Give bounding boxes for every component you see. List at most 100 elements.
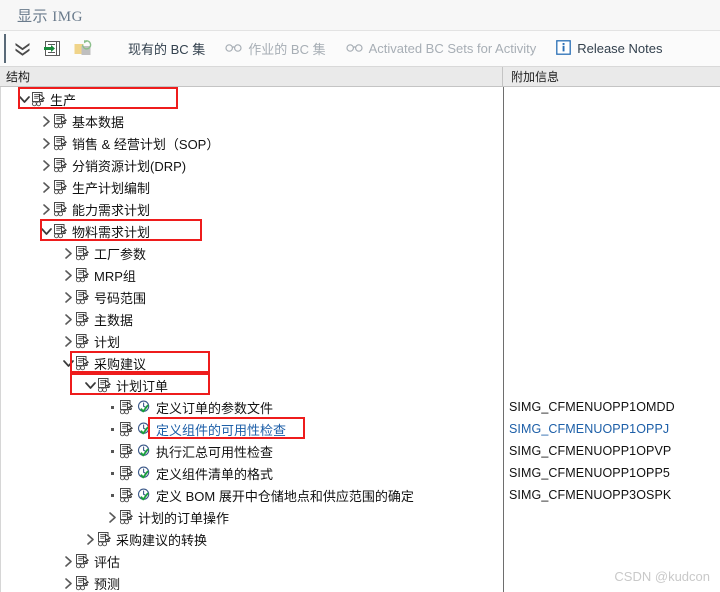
tree-row[interactable]: 工厂参数 [0, 242, 503, 264]
additional-info-value: SIMG_CFMENUOPP1OPVP [509, 444, 672, 458]
folder-up-icon[interactable] [68, 36, 96, 62]
img-node-icon [52, 132, 70, 154]
tree-row[interactable]: 销售 & 经营计划（SOP） [0, 132, 503, 154]
tree-row[interactable]: 计划的订单操作 [0, 506, 503, 528]
img-node-icon [118, 484, 136, 506]
column-header-additional-info[interactable]: 附加信息 [503, 67, 720, 86]
tree-leaf-bullet [106, 440, 118, 462]
chevron-right-icon[interactable] [62, 264, 74, 286]
tree-row[interactable]: 采购建议 [0, 352, 503, 374]
chevron-right-icon[interactable] [84, 528, 96, 550]
img-node-icon [52, 176, 70, 198]
tree-node-label: 采购建议 [94, 356, 147, 372]
tree-row[interactable]: 主数据 [0, 308, 503, 330]
tree-node-label: 主数据 [94, 312, 134, 328]
chevron-right-icon[interactable] [62, 572, 74, 592]
tree-row[interactable]: 基本数据 [0, 110, 503, 132]
column-header-structure[interactable]: 结构 [0, 67, 503, 86]
tree-row[interactable]: 执行汇总可用性检查 [0, 440, 503, 462]
tree-row[interactable]: 计划 [0, 330, 503, 352]
tree-node-label[interactable]: 定义订单的参数文件 [154, 398, 273, 417]
chevron-right-icon[interactable] [62, 242, 74, 264]
tree-row[interactable]: 评估 [0, 550, 503, 572]
img-activity-icon[interactable] [136, 440, 152, 462]
tree-leaf-bullet [106, 396, 118, 418]
tree-node-label: 计划订单 [116, 378, 169, 394]
chevron-right-icon[interactable] [40, 110, 52, 132]
img-node-icon [74, 550, 92, 572]
additional-info-value: SIMG_CFMENUOPP1OPPJ [509, 422, 670, 436]
expand-node-icon[interactable] [38, 36, 66, 62]
img-activity-icon[interactable] [136, 418, 152, 440]
tree-node-label[interactable]: 定义 BOM 展开中仓储地点和供应范围的确定 [154, 486, 414, 505]
img-activity-icon[interactable] [136, 484, 152, 506]
page-title: 显示 IMG [17, 8, 83, 25]
tree-row[interactable]: 物料需求计划 [0, 220, 503, 242]
tree-row[interactable]: 生产计划编制 [0, 176, 503, 198]
tree-node-label: 能力需求计划 [72, 202, 151, 218]
toolbar: 现有的 BC 集 作业的 BC 集 Activated BC Sets for … [0, 31, 720, 67]
tree-node-label[interactable]: 定义组件清单的格式 [154, 464, 273, 483]
content-area: 生产基本数据销售 & 经营计划（SOP） 分销资源计划(DRP) 生产计划编制能力需… [0, 87, 720, 592]
img-node-icon [74, 308, 92, 330]
tree-node-label: 评估 [94, 554, 121, 570]
chevron-down-icon[interactable] [62, 352, 74, 374]
tree-row[interactable]: 号码范围 [0, 286, 503, 308]
column-header-bar: 结构 附加信息 [0, 67, 720, 87]
img-node-icon [118, 396, 136, 418]
release-notes-button[interactable]: Release Notes [546, 36, 672, 62]
column-header-structure-label: 结构 [6, 70, 31, 84]
glasses-icon [345, 41, 363, 56]
tree-row[interactable]: 定义组件清单的格式 [0, 462, 503, 484]
tree-row[interactable]: 定义 BOM 展开中仓储地点和供应范围的确定 [0, 484, 503, 506]
tree-row[interactable]: 预测 [0, 572, 503, 592]
img-node-icon [118, 506, 136, 528]
img-node-icon [74, 242, 92, 264]
bc-sets-for-activity-button[interactable]: 作业的 BC 集 [215, 36, 335, 62]
tree-node-label: 销售 & 经营计划（SOP） [72, 136, 220, 152]
tree-node-label: 分销资源计划(DRP) [72, 158, 187, 174]
chevron-right-icon[interactable] [40, 154, 52, 176]
img-node-icon [96, 528, 114, 550]
chevron-right-icon[interactable] [40, 132, 52, 154]
tree-node-label: 物料需求计划 [72, 224, 151, 240]
tree-row[interactable]: 生产 [0, 88, 503, 110]
chevron-right-icon[interactable] [40, 198, 52, 220]
chevron-right-icon[interactable] [62, 550, 74, 572]
tree-node-label: 计划 [94, 334, 121, 350]
img-node-icon [74, 330, 92, 352]
chevron-right-icon[interactable] [62, 308, 74, 330]
chevron-down-icon[interactable] [40, 220, 52, 242]
tree-row[interactable]: 分销资源计划(DRP) [0, 154, 503, 176]
tree-row[interactable]: 采购建议的转换 [0, 528, 503, 550]
chevron-right-icon[interactable] [40, 176, 52, 198]
img-activity-icon[interactable] [136, 396, 152, 418]
img-node-icon [118, 462, 136, 484]
tree-row[interactable]: 能力需求计划 [0, 198, 503, 220]
collapse-all-icon[interactable] [8, 36, 36, 62]
activated-bc-sets-button[interactable]: Activated BC Sets for Activity [336, 36, 547, 62]
tree-leaf-bullet [106, 418, 118, 440]
tree-node-label: 计划的订单操作 [138, 510, 230, 526]
tree-node-label: 预测 [94, 576, 121, 592]
tree-row[interactable]: 计划订单 [0, 374, 503, 396]
chevron-down-icon[interactable] [84, 374, 96, 396]
tree-node-label[interactable]: 执行汇总可用性检查 [154, 442, 273, 461]
chevron-right-icon[interactable] [62, 330, 74, 352]
tree-row[interactable]: 定义组件的可用性检查 [0, 418, 503, 440]
tree-node-label: 号码范围 [94, 290, 147, 306]
tree-node-label[interactable]: 定义组件的可用性检查 [154, 420, 286, 439]
tree-row[interactable]: 定义订单的参数文件 [0, 396, 503, 418]
img-node-icon [52, 154, 70, 176]
tree-node-label: 采购建议的转换 [116, 532, 208, 548]
additional-info-value: SIMG_CFMENUOPP3OSPK [509, 488, 672, 502]
tree-node-label: 生产 [50, 92, 77, 108]
tree-row[interactable]: MRP组 [0, 264, 503, 286]
chevron-down-icon[interactable] [18, 88, 30, 110]
chevron-right-icon[interactable] [106, 506, 118, 528]
bc-sets-for-activity-label: 作业的 BC 集 [248, 42, 326, 57]
existing-bc-sets-button[interactable]: 现有的 BC 集 [112, 36, 215, 62]
chevron-right-icon[interactable] [62, 286, 74, 308]
tree-node-label: MRP组 [94, 268, 136, 284]
img-activity-icon[interactable] [136, 462, 152, 484]
